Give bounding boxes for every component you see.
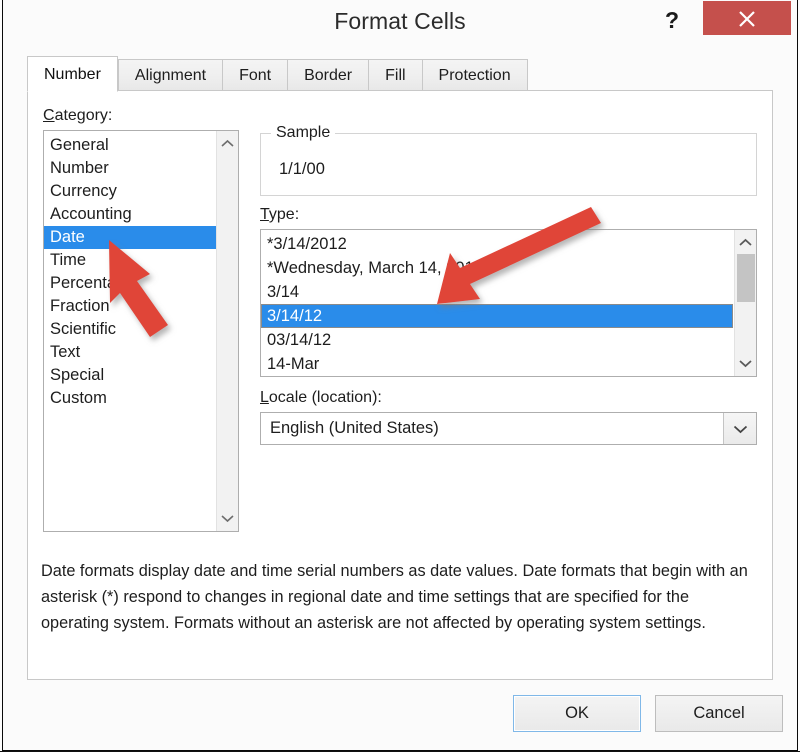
list-item[interactable]: General xyxy=(44,134,216,157)
list-item[interactable]: Text xyxy=(44,341,216,364)
locale-label-rest: ocale (location): xyxy=(268,389,382,406)
type-scrollbar-thumb[interactable] xyxy=(737,254,755,302)
type-list-items: *3/14/2012 *Wednesday, March 14, 2012 3/… xyxy=(261,230,733,377)
sample-groupbox xyxy=(260,133,757,196)
list-item[interactable]: 14-Mar-12 xyxy=(261,376,733,377)
chevron-down-icon[interactable] xyxy=(723,413,756,444)
category-label-rest: ategory: xyxy=(54,107,113,124)
list-item[interactable]: Special xyxy=(44,364,216,387)
format-cells-dialog-screenshot: Format Cells ? Number Alignment Font Bor… xyxy=(0,0,800,755)
list-item[interactable]: Custom xyxy=(44,387,216,410)
locale-label: Locale (location): xyxy=(260,389,382,407)
window-bottom-edge xyxy=(0,751,800,755)
sample-value: 1/1/00 xyxy=(279,160,325,178)
list-item[interactable]: Accounting xyxy=(44,203,216,226)
list-item[interactable]: *Wednesday, March 14, 2012 xyxy=(261,256,733,280)
list-item[interactable]: Fraction xyxy=(44,295,216,318)
list-item[interactable]: 03/14/12 xyxy=(261,328,733,352)
tab-fill[interactable]: Fill xyxy=(368,59,422,91)
dialog-window: Format Cells ? Number Alignment Font Bor… xyxy=(2,0,798,751)
list-item[interactable]: Percentage xyxy=(44,272,216,295)
title-bar: Format Cells ? xyxy=(3,0,797,43)
type-label: Type: xyxy=(260,206,299,224)
tab-font[interactable]: Font xyxy=(222,59,288,91)
type-scrollbar[interactable] xyxy=(734,230,756,376)
list-item[interactable]: 3/14 xyxy=(261,280,733,304)
cancel-button[interactable]: Cancel xyxy=(655,695,783,732)
tab-protection[interactable]: Protection xyxy=(421,59,528,91)
close-icon xyxy=(739,11,755,27)
category-label-accel: C xyxy=(43,107,55,124)
scroll-up-arrow-icon[interactable] xyxy=(735,232,756,253)
sample-group-title: Sample xyxy=(271,124,336,142)
category-label: Category: xyxy=(43,107,112,125)
type-listbox[interactable]: *3/14/2012 *Wednesday, March 14, 2012 3/… xyxy=(260,229,757,377)
type-label-rest: ype: xyxy=(268,206,300,223)
list-item[interactable]: Time xyxy=(44,249,216,272)
scroll-down-arrow-icon[interactable] xyxy=(735,353,756,374)
locale-label-accel: L xyxy=(260,389,269,406)
list-item[interactable]: Scientific xyxy=(44,318,216,341)
category-listbox[interactable]: General Number Currency Accounting Date … xyxy=(43,130,239,532)
list-item[interactable]: 14-Mar xyxy=(261,352,733,376)
list-item[interactable]: *3/14/2012 xyxy=(261,232,733,256)
category-scrollbar[interactable] xyxy=(216,131,238,531)
tab-strip: Number Alignment Font Border Fill Protec… xyxy=(27,56,528,92)
list-item[interactable]: Currency xyxy=(44,180,216,203)
tab-border[interactable]: Border xyxy=(287,59,369,91)
locale-selected-value: English (United States) xyxy=(270,419,439,437)
locale-dropdown[interactable]: English (United States) xyxy=(260,412,757,445)
close-button[interactable] xyxy=(703,1,791,35)
scroll-down-arrow-icon[interactable] xyxy=(217,508,238,529)
tab-number[interactable]: Number xyxy=(27,56,118,92)
description-text: Date formats display date and time seria… xyxy=(41,562,748,632)
scroll-up-arrow-icon[interactable] xyxy=(217,133,238,154)
tab-alignment[interactable]: Alignment xyxy=(117,59,223,91)
category-list-items: General Number Currency Accounting Date … xyxy=(44,131,216,410)
type-label-accel: T xyxy=(260,206,269,223)
help-button[interactable]: ? xyxy=(655,3,689,37)
list-item-selected[interactable]: 3/14/12 xyxy=(261,304,733,328)
list-item-selected[interactable]: Date xyxy=(44,226,216,249)
ok-button[interactable]: OK xyxy=(513,695,641,732)
list-item[interactable]: Number xyxy=(44,157,216,180)
